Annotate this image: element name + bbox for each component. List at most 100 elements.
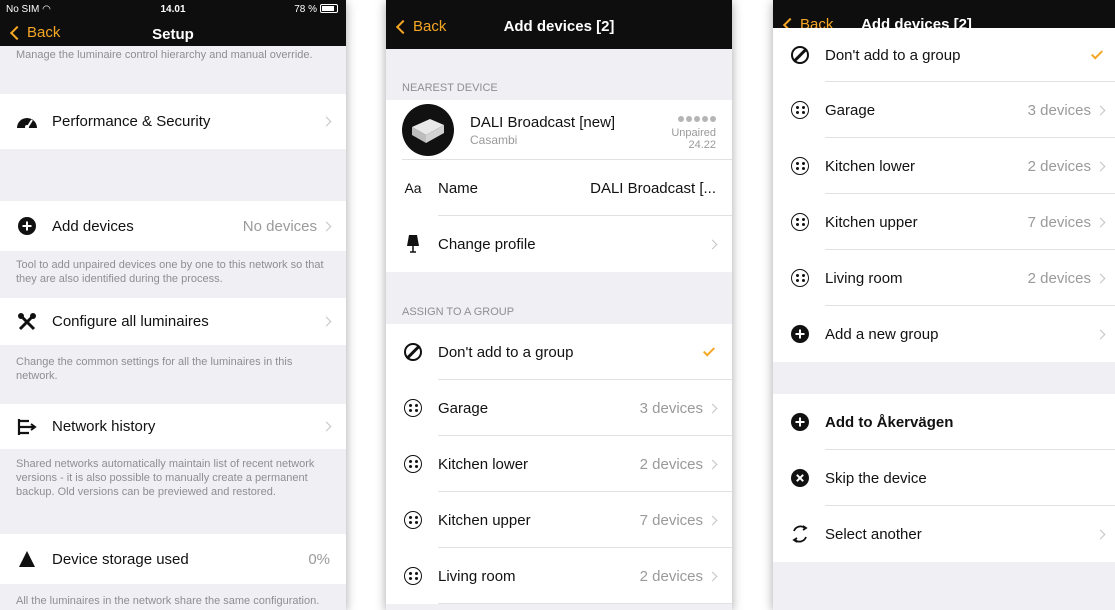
chevron-right-icon <box>1095 329 1106 339</box>
device-storage-description: All the luminaires in the network share … <box>16 595 320 610</box>
chevron-right-icon <box>321 221 332 231</box>
name-label: Name <box>438 179 479 197</box>
chevron-right-icon <box>321 316 332 327</box>
group-row-living-room[interactable]: Living room 2 devices <box>386 548 732 604</box>
refresh-icon <box>789 523 811 545</box>
group-icon <box>404 455 422 473</box>
chevron-right-icon <box>1095 529 1106 539</box>
setup-screen: No SIM ◠ 14.01 78 % Back Setup Manage th… <box>0 0 346 610</box>
group-row-none[interactable]: Don't add to a group <box>386 324 732 380</box>
performance-security-row[interactable]: Performance & Security <box>0 94 346 149</box>
assign-group-header: ASSIGN TO A GROUP <box>402 306 515 318</box>
configure-luminaires-row[interactable]: Configure all luminaires <box>0 298 346 345</box>
add-new-group-label: Add a new group <box>825 325 939 343</box>
group-count: 2 devices <box>1027 157 1091 175</box>
add-to-network-label: Add to Åkervägen <box>825 413 954 431</box>
group-row-none[interactable]: Don't add to a group <box>773 28 1115 82</box>
name-value: DALI Broadcast [... <box>590 179 716 197</box>
page-title: Add devices [2] <box>503 18 615 35</box>
configure-description: Change the common settings for all the l… <box>16 356 293 382</box>
group-label: Garage <box>438 399 489 417</box>
chevron-right-icon <box>1095 217 1106 227</box>
no-group-icon <box>791 46 809 64</box>
group-icon <box>791 157 809 175</box>
hierarchy-description: Manage the luminaire control hierarchy a… <box>16 49 313 61</box>
group-icon <box>404 567 422 585</box>
change-profile-label: Change profile <box>438 235 536 253</box>
add-devices-value: No devices <box>242 217 317 235</box>
device-vendor: Casambi <box>470 132 518 147</box>
group-label: Don't add to a group <box>825 46 961 64</box>
chevron-right-icon <box>707 459 718 469</box>
name-row[interactable]: Aa Name DALI Broadcast [... <box>386 160 732 216</box>
chevron-right-icon <box>707 515 718 525</box>
device-storage-label: Device storage used <box>52 550 189 568</box>
group-count: 3 devices <box>1027 101 1091 119</box>
no-group-icon <box>404 343 422 361</box>
nav-bar: Back Add devices [2] <box>386 0 732 46</box>
header: No SIM ◠ 14.01 78 % Back Setup <box>0 0 346 46</box>
status-bar: No SIM ◠ 14.01 78 % <box>0 0 346 20</box>
group-icon <box>404 399 422 417</box>
group-row-kitchen-upper[interactable]: Kitchen upper 7 devices <box>386 492 732 548</box>
header: Back Add devices [2] <box>386 0 732 49</box>
group-count: 2 devices <box>639 455 703 473</box>
chevron-right-icon <box>1095 161 1106 171</box>
plus-circle-icon <box>18 217 36 235</box>
network-history-label: Network history <box>52 418 156 435</box>
network-history-row[interactable]: Network history <box>0 404 346 449</box>
dali-module-icon <box>412 119 444 143</box>
group-row-kitchen-lower[interactable]: Kitchen lower 2 devices <box>773 138 1115 194</box>
group-label: Living room <box>825 269 903 287</box>
group-row-living-room[interactable]: Living room 2 devices <box>773 250 1115 306</box>
group-count: 7 devices <box>639 511 703 529</box>
add-devices-screen-scrolled: Back Add devices [2] Don't add to a grou… <box>773 0 1115 610</box>
group-count: 3 devices <box>639 399 703 417</box>
history-icon <box>16 416 38 438</box>
group-row-kitchen-upper[interactable]: Kitchen upper 7 devices <box>773 194 1115 250</box>
group-count: 2 devices <box>639 567 703 585</box>
performance-label: Performance & Security <box>52 113 211 130</box>
group-label: Kitchen lower <box>825 157 916 175</box>
group-row-garage[interactable]: Garage 3 devices <box>773 82 1115 138</box>
chevron-right-icon <box>321 116 332 127</box>
close-circle-icon <box>791 469 809 487</box>
group-icon <box>791 213 809 231</box>
add-devices-label: Add devices <box>52 217 134 235</box>
group-label: Kitchen upper <box>825 213 918 231</box>
device-state: Unpaired <box>671 127 716 139</box>
add-devices-description: Tool to add unpaired devices one by one … <box>16 259 324 285</box>
device-storage-value: 0% <box>308 550 330 568</box>
change-profile-row[interactable]: Change profile <box>386 216 732 272</box>
add-devices-row[interactable]: Add devices No devices <box>0 201 346 251</box>
select-another-row[interactable]: Select another <box>773 506 1115 562</box>
skip-device-button[interactable]: Skip the device <box>773 450 1115 506</box>
chevron-right-icon <box>707 239 718 249</box>
group-row-garage[interactable]: Garage 3 devices <box>386 380 732 436</box>
group-label: Living room <box>438 567 516 585</box>
network-history-description: Shared networks automatically maintain l… <box>16 458 315 498</box>
configure-label: Configure all luminaires <box>52 313 209 330</box>
group-icon <box>404 511 422 529</box>
battery-icon <box>320 4 338 13</box>
group-label: Garage <box>825 101 876 119</box>
device-storage-row[interactable]: Device storage used 0% <box>0 534 346 584</box>
skip-device-label: Skip the device <box>825 469 927 487</box>
battery-status: 78 % <box>294 4 338 15</box>
group-count: 7 devices <box>1027 213 1091 231</box>
signal-strength-icon <box>671 109 716 127</box>
tools-icon <box>16 311 38 333</box>
add-to-network-button[interactable]: Add to Åkervägen <box>773 394 1115 450</box>
text-icon: Aa <box>404 180 422 196</box>
chevron-right-icon <box>321 421 332 432</box>
add-new-group-row[interactable]: Add a new group <box>773 306 1115 362</box>
chevron-right-icon <box>707 571 718 581</box>
group-row-kitchen-lower[interactable]: Kitchen lower 2 devices <box>386 436 732 492</box>
plus-circle-icon <box>791 325 809 343</box>
chevron-right-icon <box>1095 105 1106 115</box>
device-name: DALI Broadcast [new] <box>470 113 616 131</box>
nearest-device-row[interactable]: DALI Broadcast [new] Casambi Unpaired 24… <box>386 100 732 160</box>
lamp-icon <box>402 233 424 255</box>
